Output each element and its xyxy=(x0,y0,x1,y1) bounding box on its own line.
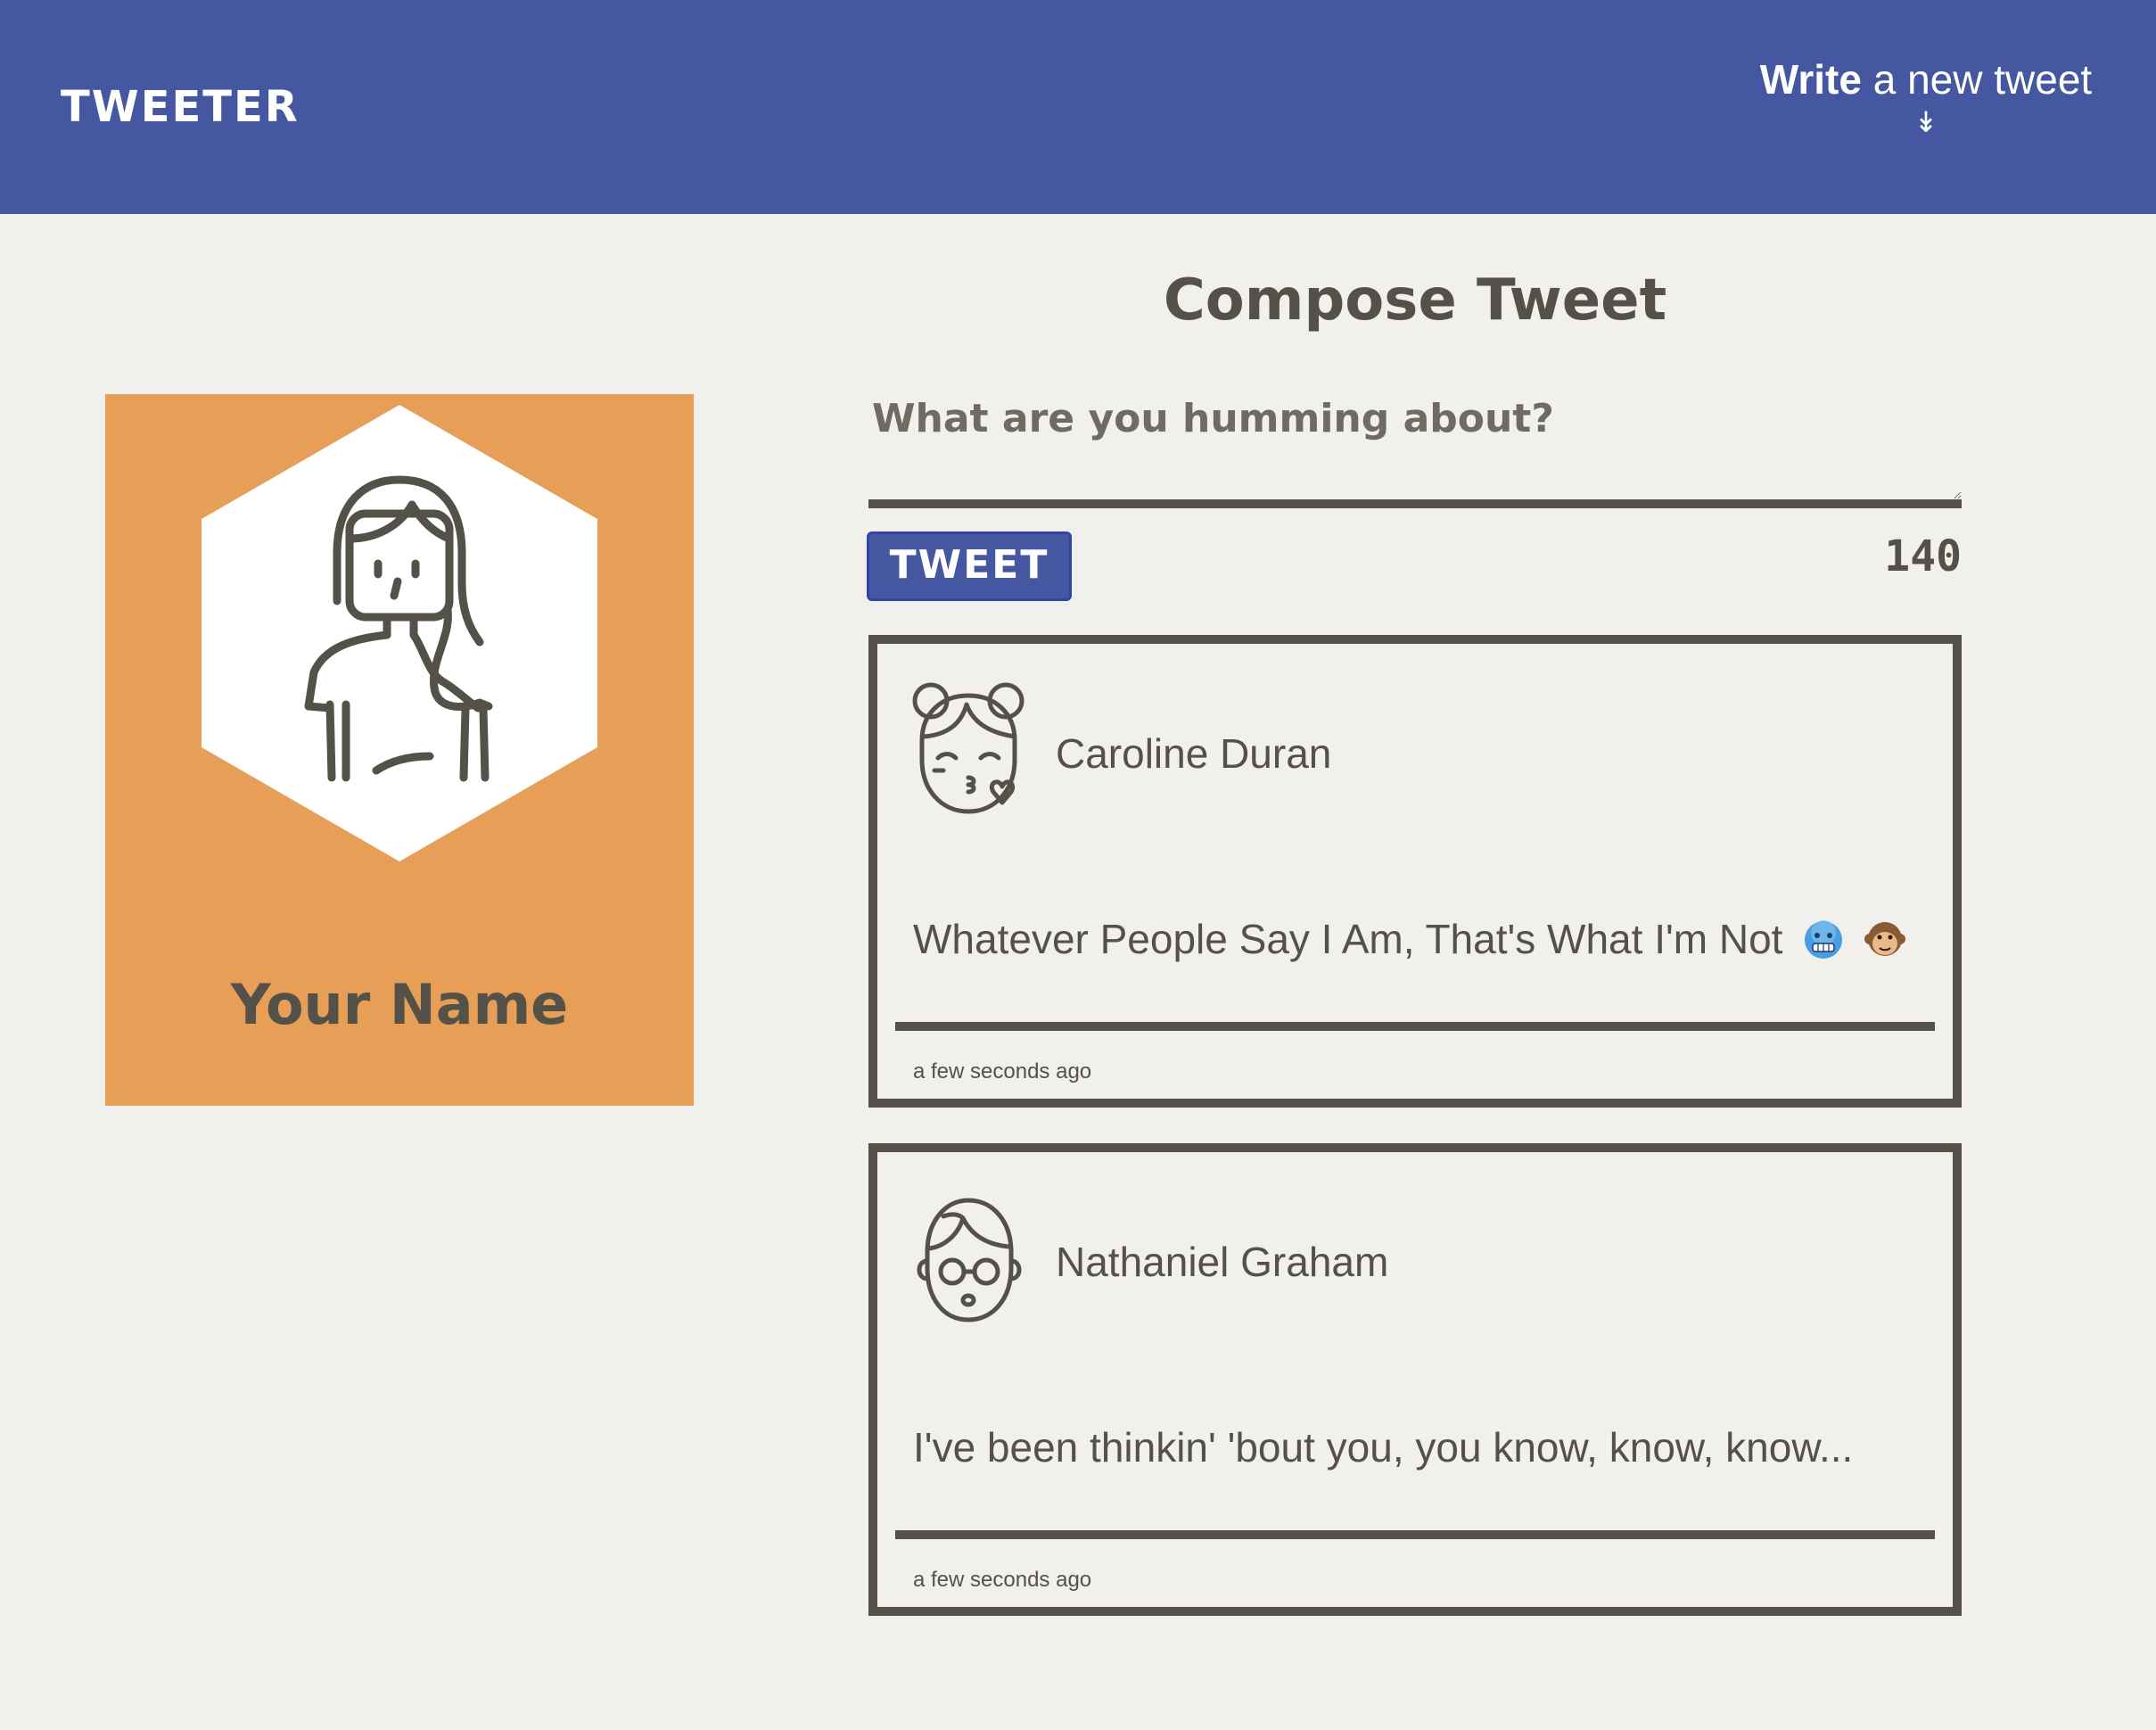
write-strong-text: Write xyxy=(1759,56,1862,103)
character-counter: 140 xyxy=(1884,531,1962,581)
freezing-face-emoji xyxy=(1805,920,1843,959)
tweet-author: Caroline Duran xyxy=(1056,730,1332,777)
write-rest-text: a new tweet xyxy=(1861,56,2093,103)
write-new-tweet-label: Write a new tweet xyxy=(1760,56,2092,103)
tweet-divider xyxy=(895,1022,1935,1031)
monkey-face-emoji xyxy=(1864,922,1905,956)
write-new-tweet-link[interactable]: Write a new tweet ↡ xyxy=(1739,55,2113,139)
brand-logo[interactable]: TWEETER xyxy=(61,82,300,132)
tweet-timestamp: a few seconds ago xyxy=(913,1568,1092,1592)
down-arrow-icon: ↡ xyxy=(1913,105,1938,139)
compose-input[interactable] xyxy=(868,396,1962,508)
tweet-author: Nathaniel Graham xyxy=(1056,1239,1389,1285)
boy-glasses-avatar-icon xyxy=(917,1198,1022,1322)
tweet-card: Nathaniel Graham I've been thinkin' 'bou… xyxy=(868,1143,1962,1616)
tweet-text: Whatever People Say I Am, That's What I'… xyxy=(913,916,1783,962)
tweet-divider xyxy=(895,1530,1935,1539)
compose-title: Compose Tweet xyxy=(1163,268,1667,334)
tweet-card: Caroline Duran Whatever People Say I Am,… xyxy=(868,635,1962,1108)
top-nav: TWEETER Write a new tweet ↡ xyxy=(0,0,2156,214)
woman-avatar-icon xyxy=(202,405,597,861)
girl-kiss-avatar-icon xyxy=(912,682,1025,814)
tweet-text-row: Whatever People Say I Am, That's What I'… xyxy=(913,915,1905,963)
profile-name: Your Name xyxy=(230,972,569,1037)
tweet-timestamp: a few seconds ago xyxy=(913,1059,1092,1083)
profile-card: Your Name xyxy=(105,394,694,1106)
tweet-text: I've been thinkin' 'bout you, you know, … xyxy=(913,1424,1854,1470)
tweet-text-row: I've been thinkin' 'bout you, you know, … xyxy=(913,1423,1853,1471)
tweet-submit-button[interactable]: TWEET xyxy=(867,531,1072,601)
